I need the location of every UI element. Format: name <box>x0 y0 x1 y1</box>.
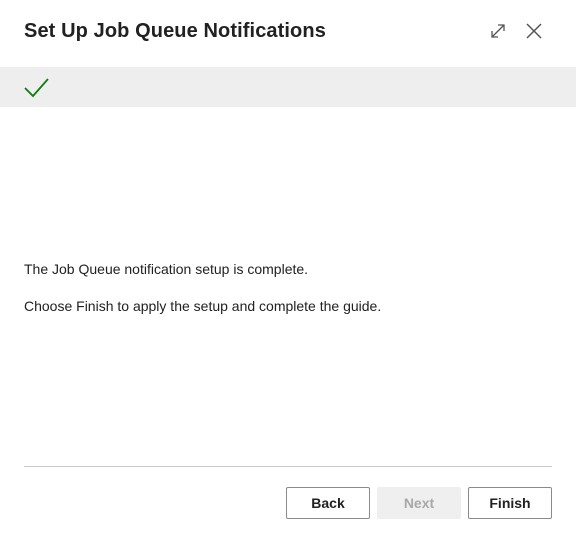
close-icon <box>526 23 542 39</box>
instruction-message: Choose Finish to apply the setup and com… <box>24 298 382 314</box>
checkmark-icon <box>24 78 49 98</box>
completion-message: The Job Queue notification setup is comp… <box>24 261 309 277</box>
expand-icon <box>491 24 505 38</box>
close-button[interactable] <box>521 18 547 44</box>
status-banner <box>0 67 576 107</box>
setup-wizard-dialog: Set Up Job Queue Notifications The Job Q… <box>0 0 576 542</box>
finish-button[interactable]: Finish <box>468 487 552 519</box>
wizard-content: The Job Queue notification setup is comp… <box>24 260 552 315</box>
expand-button[interactable] <box>485 18 511 44</box>
footer-divider <box>24 466 552 467</box>
next-button[interactable]: Next <box>377 487 461 519</box>
back-button[interactable]: Back <box>286 487 370 519</box>
dialog-title: Set Up Job Queue Notifications <box>24 20 326 42</box>
